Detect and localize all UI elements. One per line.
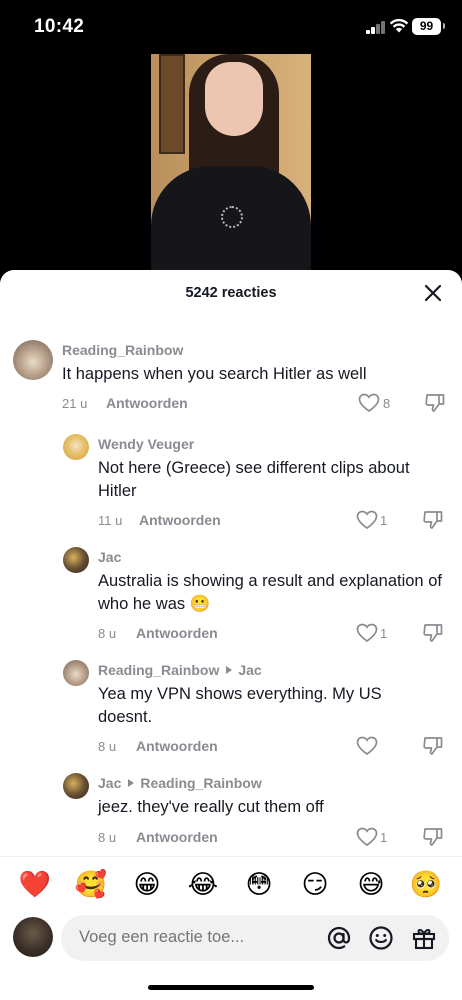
- emoji-button[interactable]: 😂: [186, 867, 220, 901]
- comment-age: 21 u: [62, 396, 88, 411]
- like-count: 8: [383, 396, 391, 411]
- comment-username[interactable]: Jac: [98, 549, 121, 565]
- thumbs-down-icon[interactable]: [422, 736, 444, 756]
- battery-tip: [443, 23, 445, 29]
- wall-frame: [159, 54, 185, 154]
- comment-text: jeez. they've really cut them off: [98, 798, 324, 816]
- avatar[interactable]: [63, 434, 89, 460]
- comment-username[interactable]: Reading_Rainbow: [62, 342, 183, 358]
- reply-button[interactable]: Antwoorden: [106, 395, 188, 411]
- avatar[interactable]: [63, 660, 89, 686]
- comment-input-pill[interactable]: [61, 915, 449, 961]
- heart-outline-icon[interactable]: [358, 393, 380, 413]
- at-sign-icon[interactable]: [326, 925, 352, 951]
- wifi-icon: [389, 18, 409, 33]
- emoji-button[interactable]: 🥰: [74, 867, 108, 901]
- thumbs-down-icon[interactable]: [424, 393, 446, 413]
- comment-text: It happens when you search Hitler as wel…: [62, 365, 367, 383]
- like-count: 1: [380, 830, 388, 845]
- comment-username[interactable]: Wendy Veuger: [98, 436, 194, 452]
- reply-arrow-icon: [226, 666, 233, 674]
- thumbs-down-icon[interactable]: [422, 827, 444, 847]
- avatar[interactable]: [13, 340, 53, 380]
- smiley-icon[interactable]: [368, 925, 394, 951]
- video-thumbnail[interactable]: [151, 54, 311, 274]
- my-avatar: [13, 917, 53, 957]
- comment-text: Australia is showing a result and explan…: [98, 572, 442, 613]
- gift-icon[interactable]: [411, 925, 437, 951]
- heart-outline-icon[interactable]: [356, 510, 378, 530]
- comment-composer: [0, 912, 462, 1000]
- status-time: 10:42: [34, 16, 85, 37]
- comment-age: 8 u: [98, 626, 117, 641]
- comment-age: 8 u: [98, 830, 117, 845]
- emoji-quick-bar: ❤️ 🥰 😁 😂 😳 😏 😅 🥺: [0, 856, 462, 912]
- emoji-button[interactable]: 😳: [242, 867, 276, 901]
- avatar[interactable]: [63, 547, 89, 573]
- comment-input[interactable]: [79, 928, 319, 947]
- emoji-button[interactable]: 😅: [354, 867, 388, 901]
- emoji-button[interactable]: 😁: [130, 867, 164, 901]
- heart-outline-icon[interactable]: [356, 827, 378, 847]
- comment-username[interactable]: Jac Reading_Rainbow: [98, 775, 262, 791]
- emoji-button[interactable]: 🥺: [409, 867, 443, 901]
- reply-button[interactable]: Antwoorden: [139, 512, 221, 528]
- comments-count-title: 5242 reacties: [185, 285, 277, 301]
- battery-indicator: 99: [412, 18, 441, 35]
- like-count: 1: [380, 626, 388, 641]
- home-indicator: [148, 985, 314, 990]
- avatar[interactable]: [63, 773, 89, 799]
- thumbs-down-icon[interactable]: [422, 623, 444, 643]
- status-bar: 10:42 99: [0, 0, 462, 54]
- comment-age: 8 u: [98, 739, 117, 754]
- hoodie-emblem: [221, 206, 243, 228]
- heart-outline-icon[interactable]: [356, 623, 378, 643]
- comment-username[interactable]: Reading_Rainbow Jac: [98, 662, 262, 678]
- comment-text: Yea my VPN shows everything. My US doesn…: [98, 685, 382, 726]
- person-face: [205, 62, 263, 136]
- cellular-signal-icon: [366, 21, 386, 34]
- emoji-button[interactable]: ❤️: [18, 867, 52, 901]
- heart-outline-icon[interactable]: [356, 736, 378, 756]
- reply-button[interactable]: Antwoorden: [136, 738, 218, 754]
- reply-arrow-icon: [128, 779, 135, 787]
- comment-text: Not here (Greece) see different clips ab…: [98, 459, 410, 500]
- emoji-button[interactable]: 😏: [298, 867, 332, 901]
- reply-button[interactable]: Antwoorden: [136, 829, 218, 845]
- close-icon[interactable]: [422, 282, 444, 304]
- thumbs-down-icon[interactable]: [422, 510, 444, 530]
- like-count: 1: [380, 513, 388, 528]
- reply-button[interactable]: Antwoorden: [136, 625, 218, 641]
- comment-age: 11 u: [98, 513, 123, 528]
